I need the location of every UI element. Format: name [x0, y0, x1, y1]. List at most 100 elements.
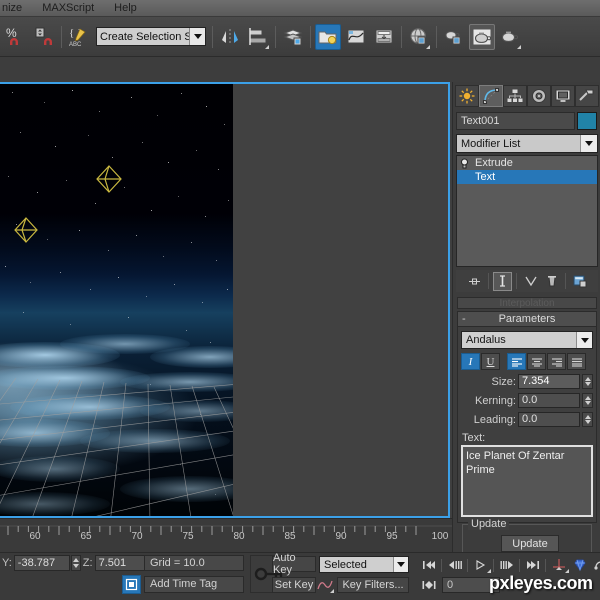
align-center-button[interactable] [527, 353, 546, 370]
stack-entry-extrude[interactable]: Extrude [457, 156, 597, 170]
leading-spinner[interactable] [582, 412, 593, 427]
cmd-tab-hierarchy[interactable] [503, 85, 527, 107]
menu-customize[interactable]: nize [0, 0, 32, 17]
chevron-down-icon[interactable] [393, 557, 408, 572]
modifier-stack-toolbar [456, 270, 598, 292]
select-and-place-icon[interactable] [548, 557, 569, 573]
perspective-viewport[interactable]: ntar Prime x [0, 82, 450, 518]
show-end-result-icon[interactable] [493, 271, 512, 291]
arc-rotate-icon[interactable] [590, 557, 600, 573]
align-icon[interactable] [245, 24, 271, 50]
timeline-track-bar[interactable]: 60 65 70 75 80 85 90 95 100 [0, 518, 452, 552]
configure-modifier-sets-icon[interactable] [570, 272, 589, 291]
pin-stack-icon[interactable] [465, 272, 484, 291]
timeline-tick-label: 90 [335, 531, 347, 542]
spinner-snap-icon[interactable] [31, 24, 57, 50]
viewport-empty-area[interactable] [233, 84, 448, 516]
underline-button[interactable]: U [481, 353, 500, 370]
light-bulb-icon[interactable] [459, 157, 469, 169]
update-button[interactable]: Update [501, 535, 559, 552]
viewport-render-area[interactable]: ntar Prime x [0, 84, 233, 516]
named-selection-set-combo[interactable]: Create Selection Se [96, 27, 206, 46]
named-selection-set-value: Create Selection Se [100, 30, 189, 43]
schematic-view-icon[interactable] [371, 24, 397, 50]
menu-maxscript[interactable]: MAXScript [32, 0, 104, 17]
cmd-tab-display[interactable] [551, 85, 575, 107]
cmd-tab-utilities[interactable] [575, 85, 599, 107]
object-color-swatch[interactable] [577, 112, 597, 130]
helper-gizmo-icon[interactable] [10, 214, 44, 248]
render-production-icon[interactable] [497, 24, 523, 50]
font-dropdown[interactable]: Andalus [461, 331, 593, 349]
font-name: Andalus [466, 334, 506, 346]
named-selection-sets-icon[interactable]: { } ABC [66, 24, 92, 50]
play-animation-button[interactable] [470, 557, 491, 573]
parameter-curve-icon[interactable] [316, 577, 334, 593]
interpolation-rollout-partial[interactable]: Interpolation [457, 297, 597, 309]
chevron-down-icon[interactable] [189, 28, 205, 45]
size-input[interactable]: 7.354 [518, 374, 580, 389]
object-name-field[interactable]: Text001 [456, 112, 575, 130]
add-time-tag-field[interactable]: Add Time Tag [144, 576, 244, 593]
previous-frame-button[interactable] [444, 557, 465, 573]
layer-manager-icon[interactable] [280, 24, 306, 50]
coordinate-display: Y: -38.787 Z: 7.501 [0, 555, 162, 571]
toolbar-separator [61, 25, 62, 48]
modifier-list-dropdown[interactable]: Modifier List [456, 134, 598, 153]
render-setup-icon[interactable] [441, 24, 467, 50]
z-coord-field[interactable]: 7.501 [94, 555, 151, 571]
kerning-spinner[interactable] [582, 393, 593, 408]
go-to-end-button[interactable] [522, 557, 543, 573]
align-right-button[interactable] [547, 353, 566, 370]
material-editor-icon[interactable] [406, 24, 432, 50]
key-filters-button[interactable]: Key Filters... [337, 577, 409, 593]
text-style-row: I U [461, 353, 593, 370]
timeline-tick-label: 95 [386, 531, 398, 542]
modifier-stack[interactable]: Extrude Text [456, 155, 598, 267]
menu-help[interactable]: Help [104, 0, 147, 17]
modifier-list-label: Modifier List [461, 137, 521, 150]
kerning-row: Kerning: 0.0 [461, 393, 593, 408]
cmd-tab-motion[interactable] [527, 85, 551, 107]
rendered-frame-window-icon[interactable] [469, 23, 495, 50]
size-spinner[interactable] [582, 374, 593, 389]
cmd-tab-create[interactable] [455, 85, 479, 107]
y-coord-spinner[interactable] [70, 555, 81, 571]
selection-lock-toggle[interactable] [122, 575, 141, 594]
light-lister-icon[interactable] [315, 23, 341, 50]
remove-modifier-icon[interactable] [542, 272, 561, 291]
leading-input[interactable]: 0.0 [518, 412, 580, 427]
auto-key-button[interactable]: Auto Key [272, 552, 316, 576]
make-unique-icon[interactable] [521, 272, 540, 291]
text-input-area[interactable]: Ice Planet Of Zentar Prime [461, 445, 593, 517]
update-group-title: Update [468, 518, 510, 530]
key-mode-nav-icon[interactable] [418, 577, 439, 593]
y-coord-label: Y: [2, 557, 12, 569]
kerning-input[interactable]: 0.0 [518, 393, 580, 408]
chevron-down-icon[interactable] [576, 332, 592, 348]
next-frame-button[interactable] [496, 557, 517, 573]
align-left-button[interactable] [507, 353, 526, 370]
align-justify-button[interactable] [567, 353, 586, 370]
italic-button[interactable]: I [461, 353, 480, 370]
parameters-rollout-header[interactable]: - Parameters [458, 312, 596, 327]
y-coord-field[interactable]: -38.787 [13, 555, 70, 571]
toolbar-separator [212, 25, 213, 48]
key-filter-set-combo[interactable]: Selected [319, 556, 409, 573]
set-key-button[interactable]: Set Key [272, 577, 316, 593]
stack-entry-text[interactable]: Text [457, 170, 597, 184]
chevron-down-icon[interactable] [580, 135, 597, 152]
leading-row: Leading: 0.0 [461, 412, 593, 427]
timeline-tick-label: 65 [80, 531, 92, 542]
helper-gizmo-icon[interactable] [92, 162, 128, 198]
cmd-tab-modify[interactable] [479, 85, 503, 107]
mirror-icon[interactable] [217, 24, 243, 50]
diamond-gem-icon[interactable] [569, 557, 590, 573]
percent-snap-icon[interactable]: % [3, 24, 29, 50]
go-to-start-button[interactable] [418, 557, 439, 573]
main-toolbar: % { } ABC Create Selection Se [0, 17, 600, 57]
timeline-ruler[interactable] [0, 525, 452, 551]
parameters-title: Parameters [498, 313, 556, 325]
curve-editor-icon[interactable] [343, 24, 369, 50]
collapse-icon[interactable]: - [462, 312, 466, 327]
